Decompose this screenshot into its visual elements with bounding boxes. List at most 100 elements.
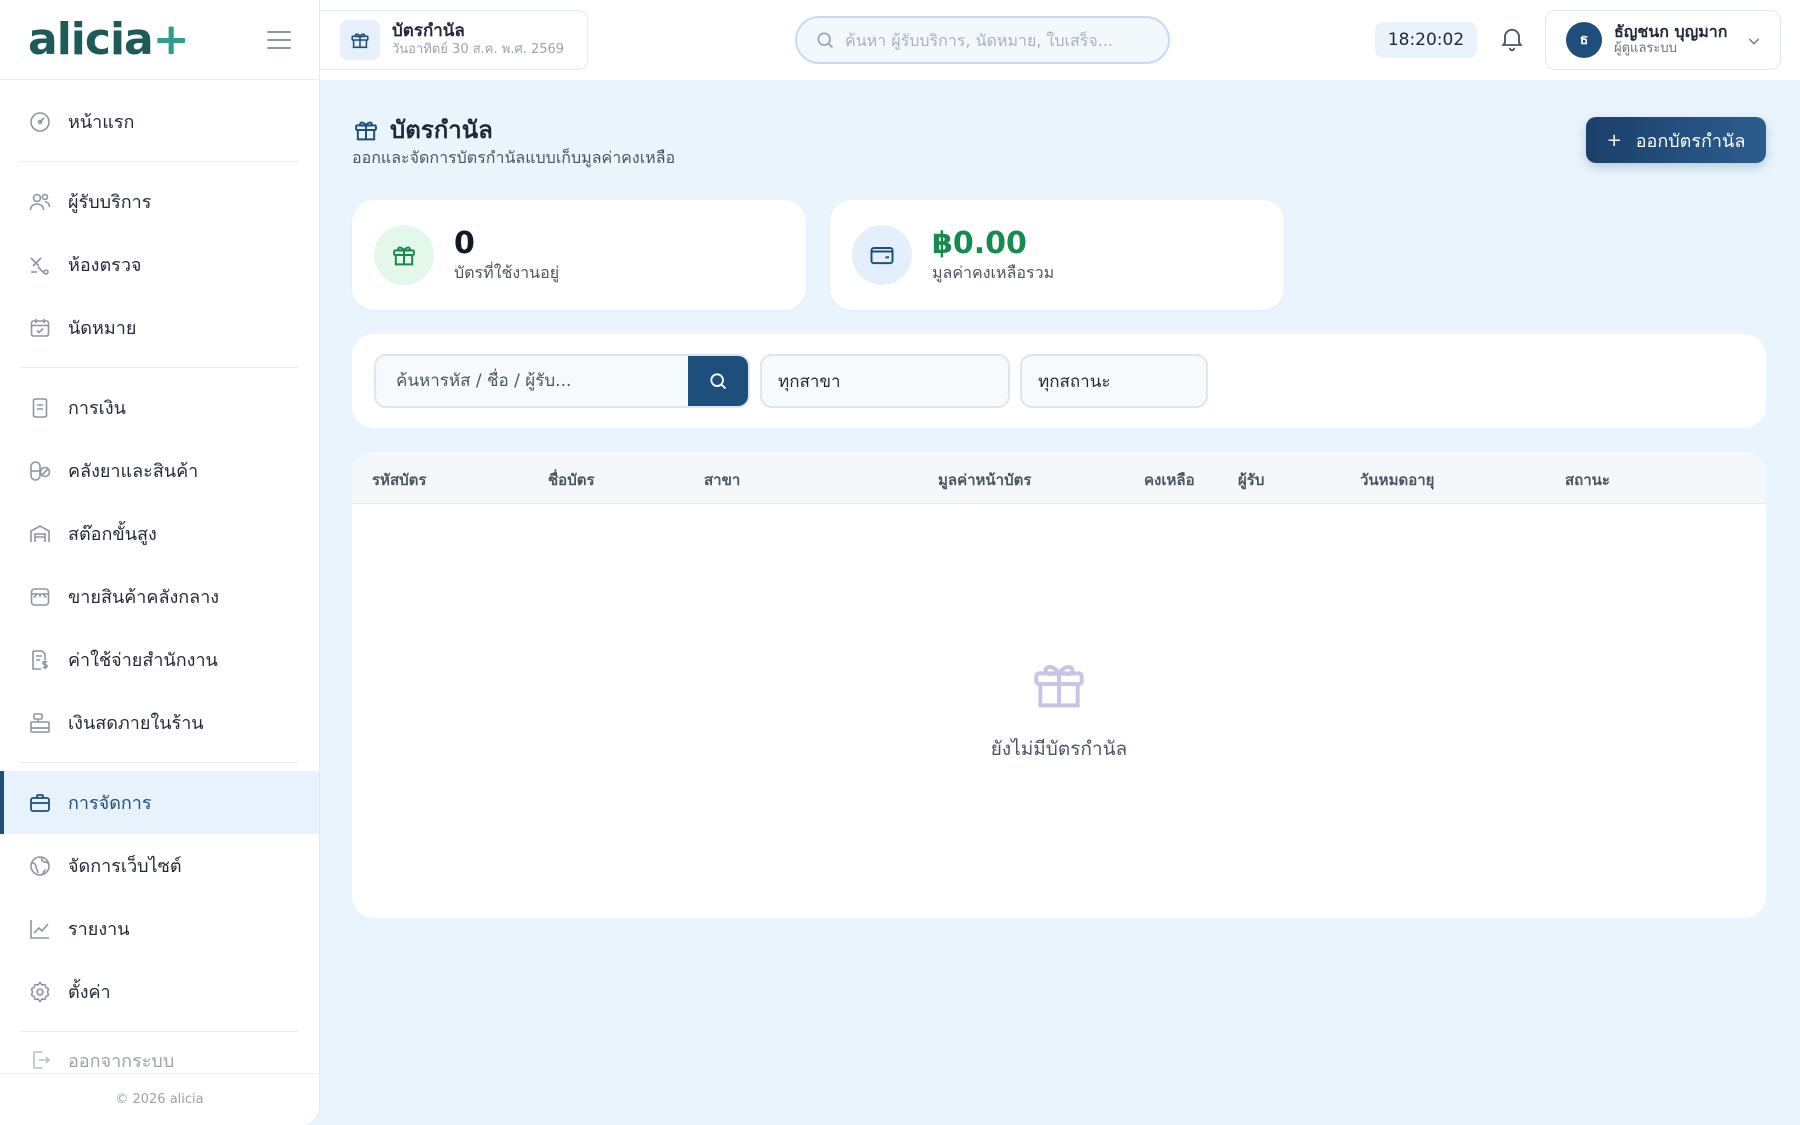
empty-state: ยังไม่มีบัตรกำนัล bbox=[352, 652, 1766, 764]
column-header[interactable]: สถานะ bbox=[1565, 468, 1610, 492]
user-role: ผู้ดูแลระบบ bbox=[1614, 41, 1677, 56]
global-search-input[interactable] bbox=[845, 30, 1145, 50]
users-icon bbox=[28, 190, 52, 214]
stat-label: บัตรที่ใช้งานอยู่ bbox=[454, 263, 560, 282]
sidebar-item-appointments[interactable]: นัดหมาย bbox=[0, 296, 319, 359]
sidebar-item-office-expenses[interactable]: ค่าใช้จ่ายสำนักงาน bbox=[0, 628, 319, 691]
topbar: บัตรกำนัล วันอาทิตย์ 30 ส.ค. พ.ศ. 2569 1… bbox=[320, 0, 1800, 80]
briefcase-icon bbox=[28, 791, 52, 815]
sidebar-item-settings[interactable]: ตั้งค่า bbox=[0, 960, 319, 1023]
sidebar-item-home[interactable]: หน้าแรก bbox=[0, 90, 319, 153]
store-icon bbox=[28, 585, 52, 609]
sidebar-item-reports[interactable]: รายงาน bbox=[0, 897, 319, 960]
issue-voucher-label: ออกบัตรกำนัล bbox=[1635, 130, 1746, 152]
stat-total-balance: ฿0.00 มูลค่าคงเหลือรวม bbox=[830, 200, 1284, 310]
brand-logo[interactable]: alicia+ bbox=[28, 14, 190, 65]
sidebar-item-inventory[interactable]: คลังยาและสินค้า bbox=[0, 439, 319, 502]
wallet-icon bbox=[852, 225, 912, 285]
current-page-chip: บัตรกำนัล วันอาทิตย์ 30 ส.ค. พ.ศ. 2569 bbox=[320, 10, 588, 70]
sidebar-item-label: หน้าแรก bbox=[68, 112, 135, 133]
expense-icon bbox=[28, 648, 52, 672]
stat-value: 0 bbox=[454, 226, 475, 261]
calendar-check-icon bbox=[28, 316, 52, 340]
gift-icon bbox=[352, 116, 380, 144]
sidebar-item-finance[interactable]: การเงิน bbox=[0, 376, 319, 439]
sidebar-item-website[interactable]: จัดการเว็บไซต์ bbox=[0, 834, 319, 897]
gift-icon bbox=[1027, 652, 1091, 716]
column-header[interactable]: รหัสบัตร bbox=[372, 468, 426, 492]
branch-select[interactable]: ทุกสาขา bbox=[760, 354, 1010, 408]
table-header: รหัสบัตร ชื่อบัตร สาขา มูลค่าหน้าบัตร คง… bbox=[352, 452, 1766, 504]
sidebar-item-label: สต๊อกขั้นสูง bbox=[68, 524, 157, 545]
sidebar-item-advanced-stock[interactable]: สต๊อกขั้นสูง bbox=[0, 502, 319, 565]
sidebar-footer: © 2026 alicia bbox=[0, 1073, 319, 1125]
sidebar-item-label: เงินสดภายในร้าน bbox=[68, 713, 204, 734]
column-header[interactable]: ผู้รับ bbox=[1238, 468, 1264, 492]
sidebar-item-label: จัดการเว็บไซต์ bbox=[68, 856, 182, 877]
sidebar-item-in-store-cash[interactable]: เงินสดภายในร้าน bbox=[0, 691, 319, 754]
status-select[interactable]: ทุกสถานะ bbox=[1020, 354, 1208, 408]
globe-icon bbox=[28, 854, 52, 878]
cash-register-icon bbox=[28, 711, 52, 735]
gift-icon bbox=[374, 225, 434, 285]
main-content: บัตรกำนัล ออกและจัดการบัตรกำนัลแบบเก็บมู… bbox=[352, 80, 1766, 918]
column-header[interactable]: สาขา bbox=[704, 468, 740, 492]
page-title: บัตรกำนัล bbox=[352, 110, 493, 149]
stethoscope-icon bbox=[28, 253, 52, 277]
brand-name: alicia bbox=[28, 14, 154, 65]
sidebar-item-clients[interactable]: ผู้รับบริการ bbox=[0, 170, 319, 233]
user-menu[interactable]: ธ ธัญชนก บุญมาก ผู้ดูแลระบบ bbox=[1545, 10, 1781, 70]
page-title-text: บัตรกำนัล bbox=[390, 116, 493, 144]
stats-row: 0 บัตรที่ใช้งานอยู่ ฿0.00 มูลค่าคงเหลือร… bbox=[352, 200, 1766, 310]
search-icon bbox=[710, 373, 727, 390]
clock: 18:20:02 bbox=[1375, 22, 1477, 58]
sidebar-item-label: ค่าใช้จ่ายสำนักงาน bbox=[68, 650, 218, 671]
stat-value: ฿0.00 bbox=[932, 226, 1027, 261]
sidebar-item-label: ผู้รับบริการ bbox=[68, 192, 152, 213]
search-icon bbox=[815, 30, 835, 50]
issue-voucher-button[interactable]: + ออกบัตรกำนัล bbox=[1586, 117, 1766, 163]
voucher-search bbox=[374, 354, 750, 408]
brand-plus: + bbox=[152, 14, 190, 65]
sidebar-item-label: นัดหมาย bbox=[68, 318, 137, 339]
chart-line-icon bbox=[28, 917, 52, 941]
receipt-icon bbox=[28, 396, 52, 420]
filter-bar: ทุกสาขา ทุกสถานะ bbox=[352, 334, 1766, 428]
sidebar-item-label: ขายสินค้าคลังกลาง bbox=[68, 587, 220, 608]
column-header[interactable]: ชื่อบัตร bbox=[548, 468, 595, 492]
page-header: บัตรกำนัล ออกและจัดการบัตรกำนัลแบบเก็บมู… bbox=[352, 80, 1766, 200]
sidebar-item-central-sales[interactable]: ขายสินค้าคลังกลาง bbox=[0, 565, 319, 628]
gear-icon bbox=[28, 980, 52, 1004]
menu-toggle-icon[interactable] bbox=[267, 30, 291, 49]
sidebar: alicia+ หน้าแรก ผู้รับบริการ ห้องตรวจ นั… bbox=[0, 0, 320, 1125]
sidebar-item-label: การจัดการ bbox=[68, 793, 152, 814]
dashboard-icon bbox=[28, 110, 52, 134]
sidebar-item-label: คลังยาและสินค้า bbox=[68, 461, 199, 482]
empty-state-text: ยังไม่มีบัตรกำนัล bbox=[990, 738, 1128, 760]
sidebar-item-label: ห้องตรวจ bbox=[68, 255, 142, 276]
stat-active-vouchers: 0 บัตรที่ใช้งานอยู่ bbox=[352, 200, 806, 310]
logout-label: ออกจากระบบ bbox=[68, 1050, 175, 1072]
sidebar-item-label: การเงิน bbox=[68, 398, 126, 419]
pill-icon bbox=[28, 459, 52, 483]
sidebar-item-exam-room[interactable]: ห้องตรวจ bbox=[0, 233, 319, 296]
chip-title: บัตรกำนัล bbox=[392, 21, 465, 41]
gift-icon bbox=[340, 20, 380, 60]
plus-icon: + bbox=[1606, 129, 1622, 151]
logout-icon bbox=[28, 1048, 52, 1072]
voucher-search-input[interactable] bbox=[376, 356, 688, 406]
warehouse-icon bbox=[28, 522, 52, 546]
sidebar-nav: หน้าแรก ผู้รับบริการ ห้องตรวจ นัดหมาย กา… bbox=[0, 80, 319, 1080]
global-search[interactable] bbox=[795, 16, 1170, 64]
user-name: ธัญชนก บุญมาก bbox=[1614, 22, 1728, 41]
chevron-down-icon bbox=[1746, 33, 1762, 49]
search-button[interactable] bbox=[688, 356, 748, 406]
vouchers-table: รหัสบัตร ชื่อบัตร สาขา มูลค่าหน้าบัตร คง… bbox=[352, 452, 1766, 918]
column-header[interactable]: มูลค่าหน้าบัตร bbox=[938, 468, 1031, 492]
column-header[interactable]: วันหมดอายุ bbox=[1360, 468, 1434, 492]
sidebar-item-management[interactable]: การจัดการ bbox=[0, 771, 319, 834]
avatar: ธ bbox=[1566, 22, 1602, 58]
bell-icon[interactable] bbox=[1498, 24, 1528, 54]
page-subtitle: ออกและจัดการบัตรกำนัลแบบเก็บมูลค่าคงเหลื… bbox=[352, 148, 676, 167]
column-header[interactable]: คงเหลือ bbox=[1144, 468, 1195, 492]
